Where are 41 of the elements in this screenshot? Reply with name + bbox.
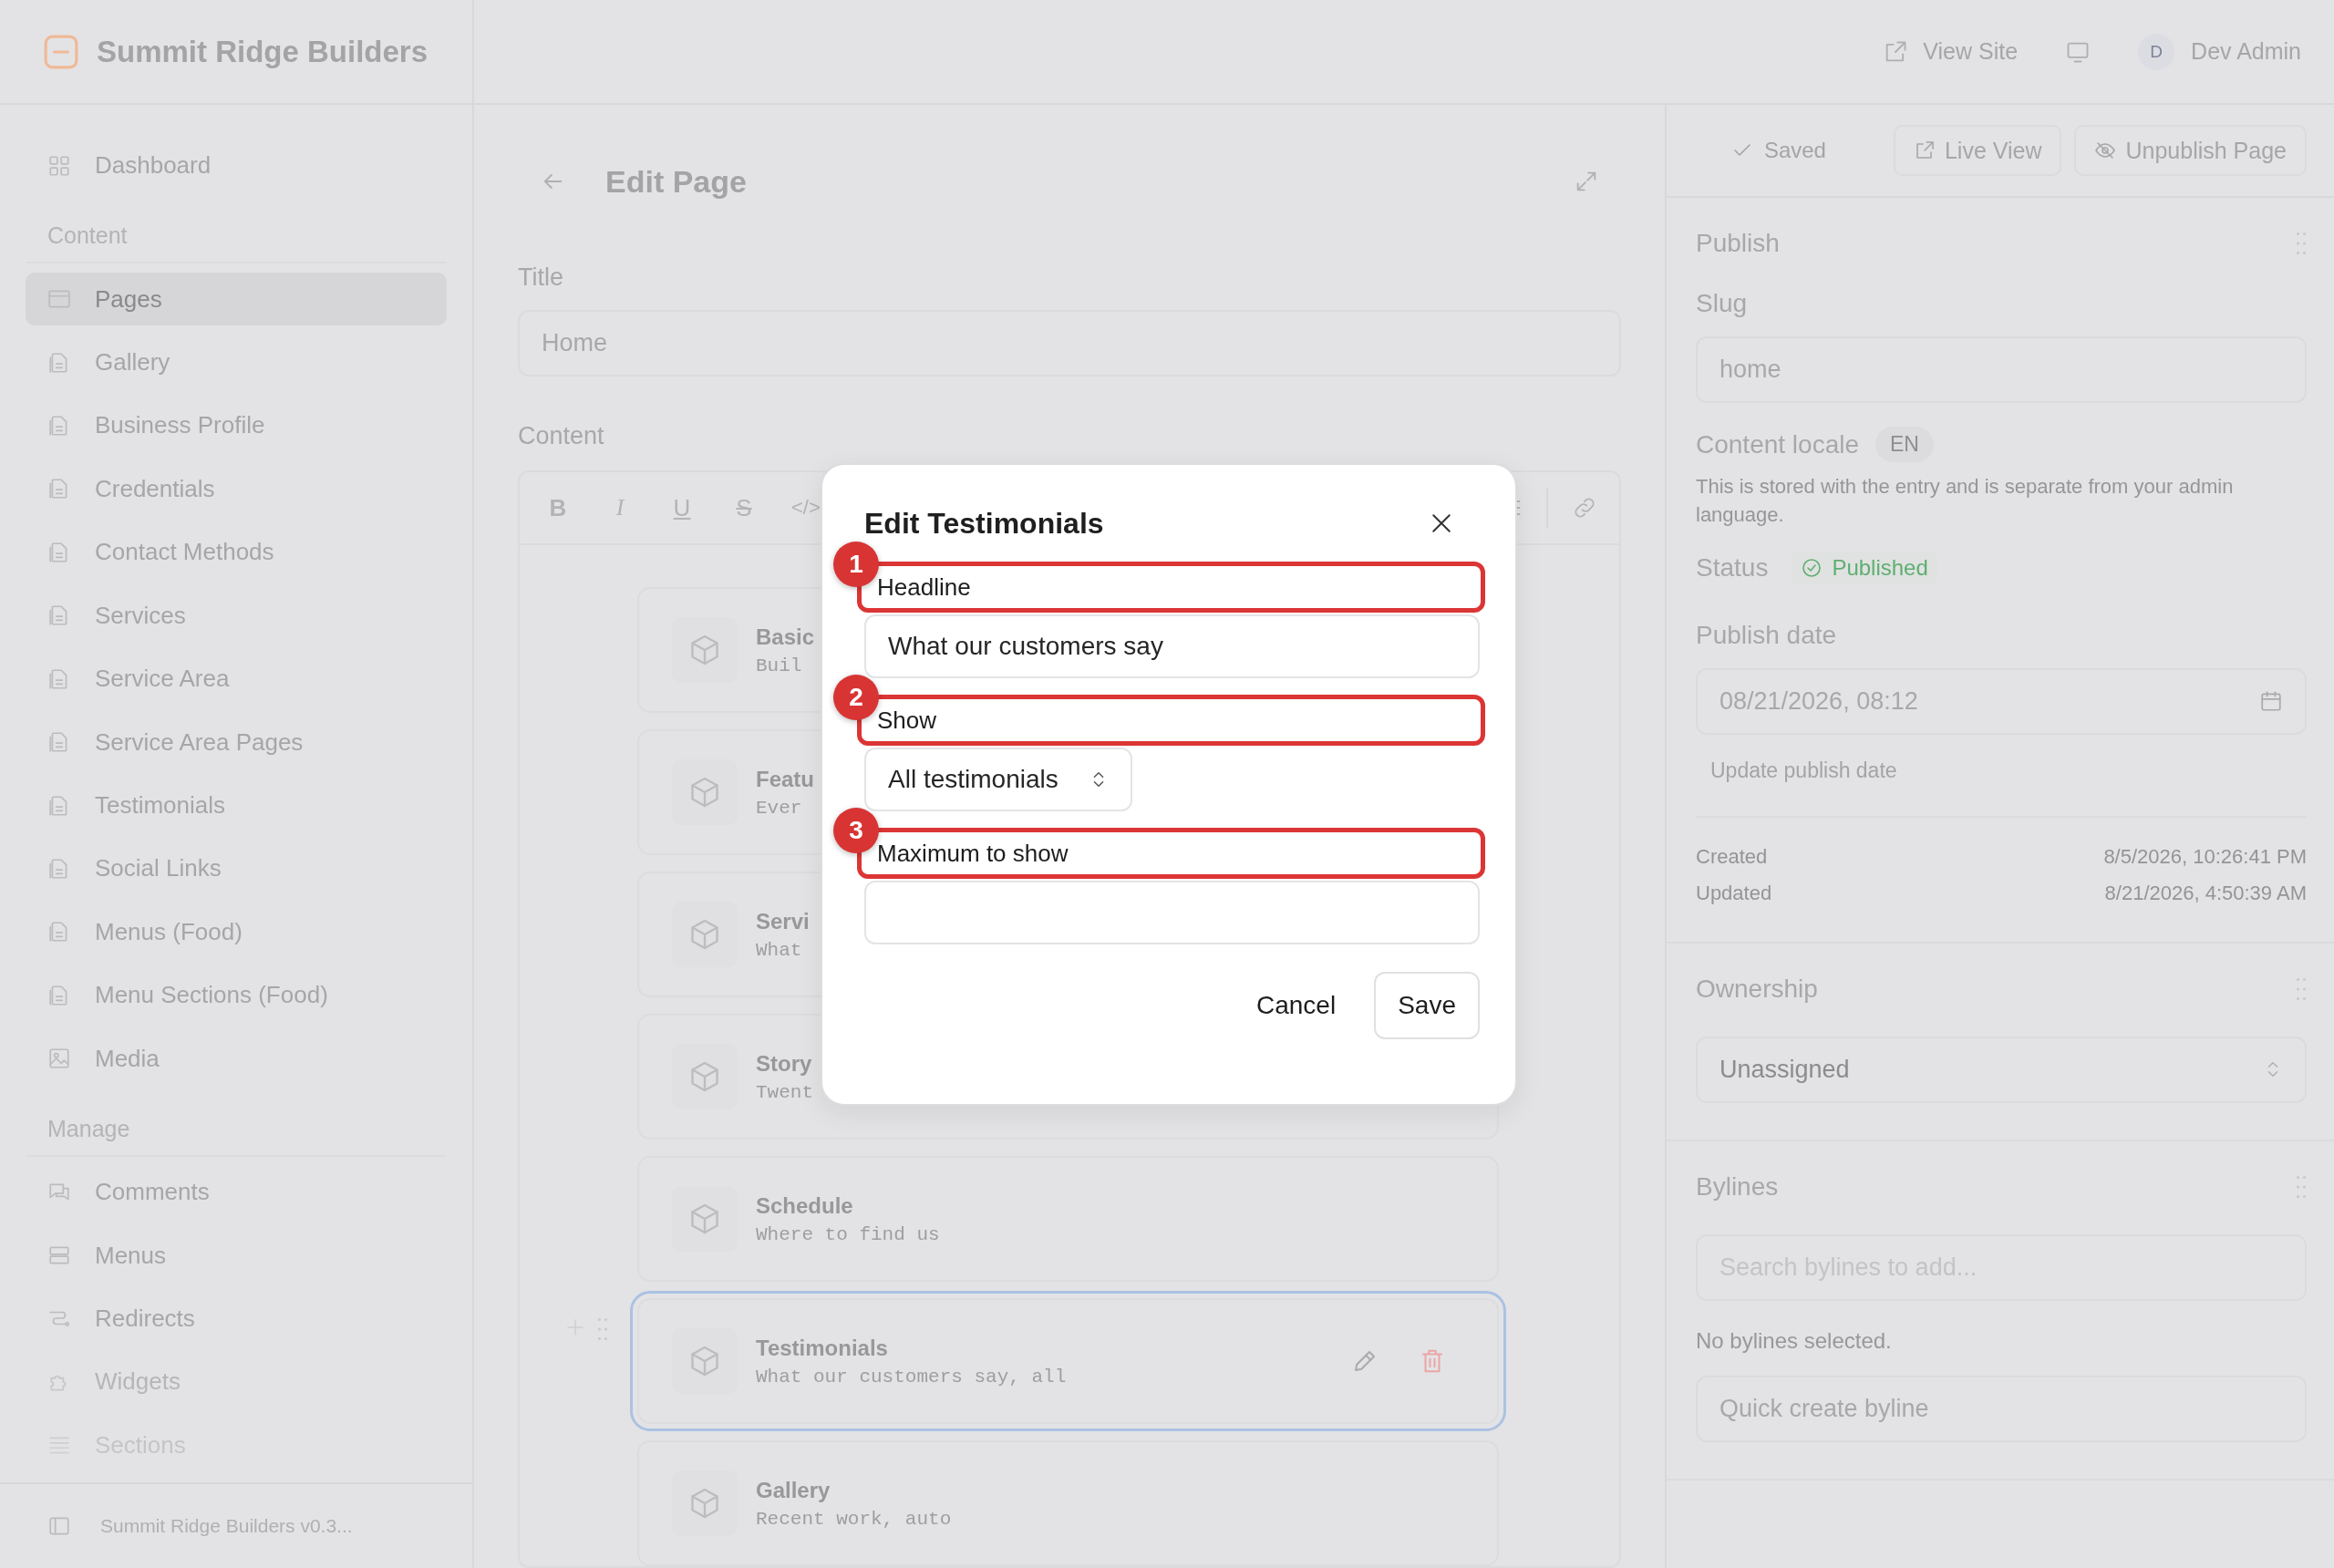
section-title: Publish (1696, 229, 1780, 258)
saved-status: Saved (1730, 138, 1826, 163)
field-label: Content locale (1696, 429, 1859, 459)
block-title: Story (756, 1050, 812, 1077)
field-label: Headline (876, 573, 971, 602)
block-title: Gallery (756, 1477, 831, 1503)
field-label: Title (518, 263, 564, 292)
meta-value: 8/5/2026, 10:26:41 PM (2103, 844, 2307, 869)
field-label: Maximum to show (876, 839, 1069, 868)
block-title: Schedule (756, 1192, 853, 1219)
section-title: Bylines (1696, 1171, 1779, 1202)
block-title: Testimonials (756, 1335, 888, 1361)
block-summary: Where to find us (756, 1223, 940, 1245)
field-label: Show (876, 706, 937, 735)
block-title: Featu (756, 766, 814, 792)
brand-name: Summit Ridge Builders (97, 34, 429, 69)
block-summary: What our customers say, all (756, 1366, 1067, 1387)
status-badge: Published (1792, 551, 1937, 584)
meta-label: Updated (1696, 881, 1772, 905)
step-marker: 1 (833, 542, 879, 587)
step-marker: 3 (833, 808, 879, 853)
dialog-title: Edit Testimonials (864, 506, 1104, 541)
block-summary: Buil (756, 655, 802, 676)
field-label: Status (1696, 552, 1769, 583)
field-label: Slug (1696, 289, 1749, 318)
section-title: Ownership (1696, 974, 1818, 1004)
block-title: Servi (756, 908, 810, 934)
field-label: Publish date (1696, 620, 1838, 650)
block-summary: Twent (756, 1081, 813, 1103)
help-text: This is stored with the entry and is separate from your admin language. (1696, 474, 2235, 528)
page-title: Edit Page (605, 163, 748, 200)
locale-tag: EN (1875, 427, 1934, 462)
field-label: Content (518, 422, 605, 450)
block-summary: Recent work, auto (756, 1508, 952, 1530)
meta-label: Created (1696, 844, 1768, 869)
block-summary: What (756, 939, 802, 961)
meta-value: 8/21/2026, 4:50:39 AM (2104, 881, 2307, 905)
block-title: Basic (756, 624, 815, 650)
block-summary: Ever (756, 797, 802, 819)
empty-note: No bylines selected. (1696, 1327, 1893, 1354)
step-marker: 2 (833, 675, 879, 720)
